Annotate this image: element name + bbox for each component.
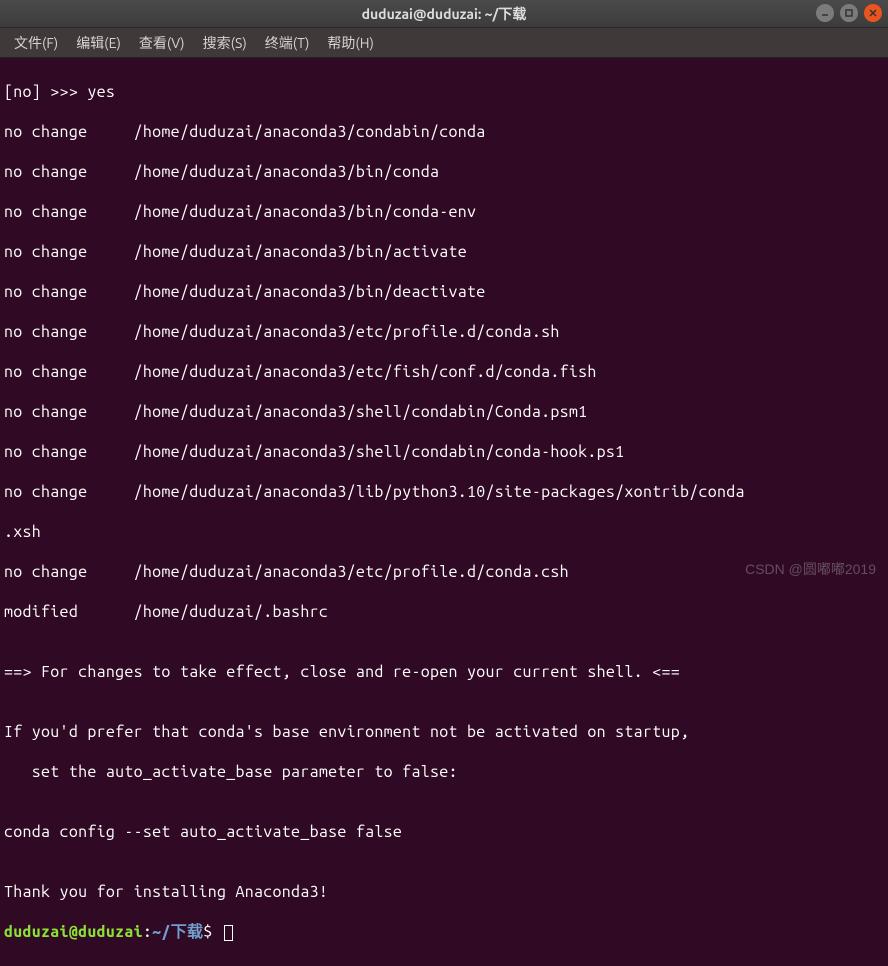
terminal-line: .xsh	[4, 522, 884, 542]
prompt-user-host: duduzai@duduzai	[4, 923, 143, 941]
terminal-line: no change /home/duduzai/anaconda3/bin/co…	[4, 162, 884, 182]
prompt-symbol: $	[203, 923, 212, 941]
menu-terminal[interactable]: 终端(T)	[257, 29, 318, 57]
terminal-line: no change /home/duduzai/anaconda3/etc/pr…	[4, 322, 884, 342]
terminal-line: no change /home/duduzai/anaconda3/bin/de…	[4, 282, 884, 302]
menu-search[interactable]: 搜索(S)	[195, 29, 255, 57]
terminal-line: no change /home/duduzai/anaconda3/lib/py…	[4, 482, 884, 502]
terminal-line: no change /home/duduzai/anaconda3/bin/ac…	[4, 242, 884, 262]
terminal-line: ==> For changes to take effect, close an…	[4, 662, 884, 682]
terminal-line: no change /home/duduzai/anaconda3/etc/fi…	[4, 362, 884, 382]
prompt-path: ~/下载	[152, 923, 203, 941]
terminal-line: no change /home/duduzai/anaconda3/bin/co…	[4, 202, 884, 222]
terminal-line: If you'd prefer that conda's base enviro…	[4, 722, 884, 742]
terminal-output[interactable]: [no] >>> yes no change /home/duduzai/ana…	[0, 58, 888, 966]
maximize-icon[interactable]	[840, 4, 858, 22]
terminal-line: modified /home/duduzai/.bashrc	[4, 602, 884, 622]
cursor-icon	[224, 925, 233, 941]
terminal-line: no change /home/duduzai/anaconda3/etc/pr…	[4, 562, 884, 582]
window-controls	[816, 4, 882, 22]
menu-edit[interactable]: 编辑(E)	[68, 29, 129, 57]
terminal-line: conda config --set auto_activate_base fa…	[4, 822, 884, 842]
menubar: 文件(F) 编辑(E) 查看(V) 搜索(S) 终端(T) 帮助(H)	[0, 28, 888, 58]
terminal-line: no change /home/duduzai/anaconda3/shell/…	[4, 402, 884, 422]
prompt-separator: :	[143, 923, 152, 941]
menu-file[interactable]: 文件(F)	[6, 29, 66, 57]
close-icon[interactable]	[864, 4, 882, 22]
terminal-line: [no] >>> yes	[4, 82, 884, 102]
terminal-line: no change /home/duduzai/anaconda3/condab…	[4, 122, 884, 142]
titlebar: duduzai@duduzai: ~/下载	[0, 0, 888, 28]
minimize-icon[interactable]	[816, 4, 834, 22]
terminal-line: no change /home/duduzai/anaconda3/shell/…	[4, 442, 884, 462]
prompt-line[interactable]: duduzai@duduzai:~/下载$	[4, 922, 884, 942]
terminal-line: set the auto_activate_base parameter to …	[4, 762, 884, 782]
menu-help[interactable]: 帮助(H)	[319, 29, 382, 57]
window-title: duduzai@duduzai: ~/下载	[362, 4, 527, 24]
menu-view[interactable]: 查看(V)	[131, 29, 193, 57]
terminal-line: Thank you for installing Anaconda3!	[4, 882, 884, 902]
